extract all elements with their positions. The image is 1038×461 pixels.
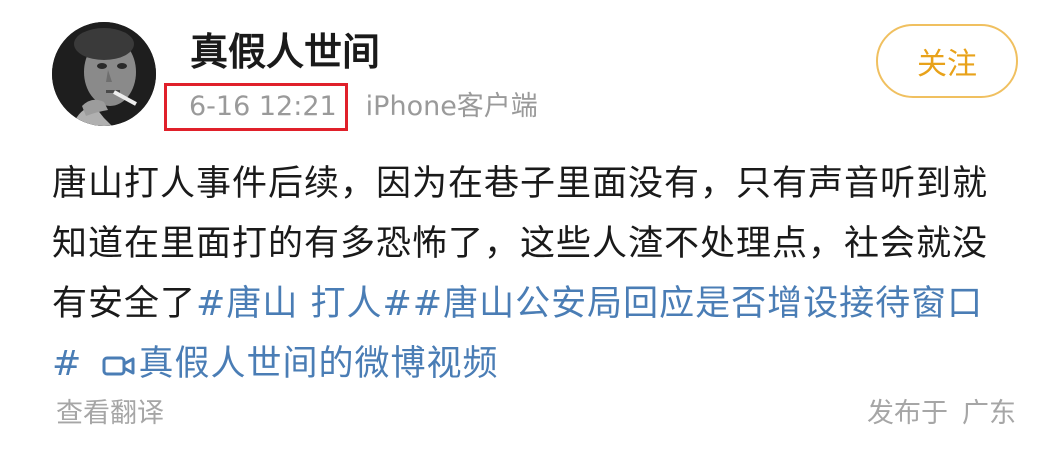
- translate-link[interactable]: 查看翻译: [56, 394, 164, 434]
- video-link[interactable]: 真假人世间的微博视频: [138, 344, 498, 384]
- hashtag-tangshan-assault[interactable]: #唐山 打人#: [196, 284, 413, 324]
- post-source: iPhone客户端: [365, 91, 538, 122]
- video-camera-icon: [102, 338, 136, 398]
- location: 广东: [962, 398, 1016, 429]
- timestamp: 6-16 12:21: [164, 83, 348, 131]
- follow-button[interactable]: 关注: [876, 24, 1018, 98]
- post-body: 唐山打人事件后续，因为在巷子里面没有，只有声音听到就知道在里面打的有多恐怖了，这…: [52, 154, 1012, 398]
- publish-location: 发布于 广东: [867, 394, 1016, 434]
- published-label: 发布于: [867, 398, 948, 429]
- avatar-photo: [52, 22, 156, 126]
- username[interactable]: 真假人世间: [190, 26, 380, 78]
- avatar[interactable]: [52, 22, 156, 126]
- post-meta: 6-16 12:21 iPhone客户端: [164, 83, 538, 131]
